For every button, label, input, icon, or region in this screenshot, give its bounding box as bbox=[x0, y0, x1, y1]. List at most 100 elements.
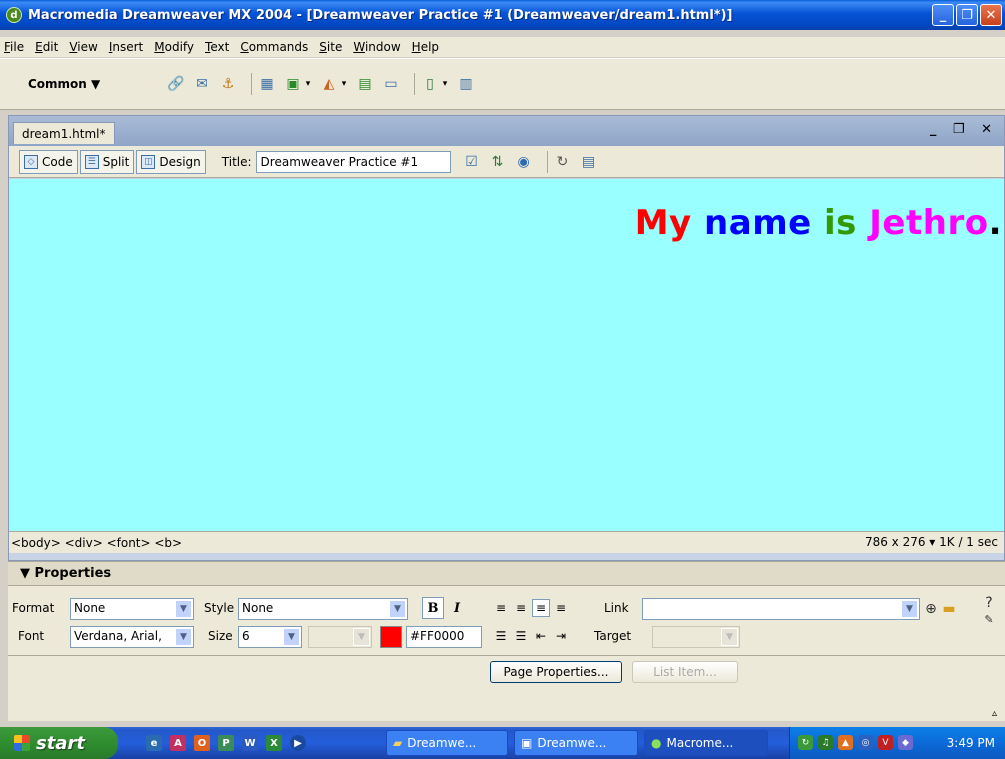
tag-chooser-icon[interactable]: ▥ bbox=[457, 75, 475, 93]
font-label: Font bbox=[18, 629, 45, 643]
split-view-button[interactable]: ☰ Split bbox=[79, 149, 135, 174]
menu-insert[interactable]: Insert bbox=[109, 40, 143, 54]
image-dropdown-icon[interactable]: ▾ bbox=[304, 75, 312, 93]
word-name: name bbox=[704, 203, 812, 243]
word-icon[interactable]: W bbox=[242, 735, 258, 751]
menu-site[interactable]: Site bbox=[319, 40, 342, 54]
point-to-file-icon[interactable]: ⊕ bbox=[922, 600, 940, 618]
insert-category-dropdown[interactable]: Common ▼ bbox=[28, 77, 123, 91]
quick-tag-editor-icon[interactable]: ✎ bbox=[980, 610, 998, 628]
document-icon: ▣ bbox=[521, 736, 533, 750]
view-options-icon[interactable]: ▤ bbox=[580, 153, 598, 171]
media-player-icon[interactable]: ▶ bbox=[290, 735, 306, 751]
dreamweaver-app-icon[interactable]: d bbox=[6, 7, 22, 23]
target-select: ▼ bbox=[652, 626, 740, 648]
page-properties-button[interactable]: Page Properties... bbox=[490, 661, 622, 683]
bold-button[interactable]: B bbox=[422, 597, 444, 619]
date-icon[interactable]: ▤ bbox=[356, 75, 374, 93]
italic-button[interactable]: I bbox=[446, 597, 468, 619]
minimize-button[interactable]: _ bbox=[932, 4, 954, 26]
menu-commands[interactable]: Commands bbox=[240, 40, 308, 54]
tag-selector[interactable]: <body> <div> <font> <b> bbox=[11, 536, 182, 550]
refresh-icon[interactable]: ↻ bbox=[554, 153, 572, 171]
close-button[interactable]: ✕ bbox=[980, 4, 1002, 26]
document-window-controls[interactable]: _ ❐ ✕ bbox=[930, 122, 998, 137]
tray-icon-2[interactable]: ♫ bbox=[818, 735, 833, 750]
file-management-icon[interactable]: ⇅ bbox=[489, 153, 507, 171]
size-select[interactable]: 6 ▼ bbox=[238, 626, 302, 648]
code-view-button[interactable]: ◇ Code bbox=[19, 149, 78, 174]
window-title: Macromedia Dreamweaver MX 2004 - [Dreamw… bbox=[28, 7, 733, 23]
chevron-down-icon: ▼ bbox=[389, 600, 406, 618]
page-title-input[interactable] bbox=[255, 150, 451, 173]
heading-text[interactable]: My name is Jethro. bbox=[635, 203, 1002, 243]
tray-icon-4[interactable]: ◎ bbox=[858, 735, 873, 750]
templates-dropdown-icon[interactable]: ▾ bbox=[441, 75, 449, 93]
minimize-icon: _ bbox=[939, 7, 947, 23]
preview-browser-icon[interactable]: ◉ bbox=[515, 153, 533, 171]
acrobat-icon[interactable]: A bbox=[170, 735, 186, 751]
design-view-button[interactable]: ◫ Design bbox=[136, 149, 206, 174]
align-left-icon[interactable]: ≡ bbox=[492, 599, 510, 617]
excel-icon[interactable]: X bbox=[266, 735, 282, 751]
media-icon[interactable]: ◭ bbox=[320, 75, 338, 93]
toolbar-separator bbox=[546, 150, 548, 173]
text-color-swatch[interactable] bbox=[380, 626, 402, 648]
link-input[interactable]: ▼ bbox=[642, 598, 920, 620]
folder-icon: ▰ bbox=[393, 736, 403, 750]
browse-folder-icon[interactable]: ▬ bbox=[940, 600, 958, 618]
design-canvas[interactable]: My name is Jethro. bbox=[9, 179, 1004, 531]
publisher-icon[interactable]: P bbox=[218, 735, 234, 751]
tray-icon-1[interactable]: ↻ bbox=[798, 735, 813, 750]
document-toolbar: ◇Code ☰Split ◫Design Title: ☑ ⇅ ◉ ↻ ▤ bbox=[9, 146, 1004, 178]
text-color-input[interactable]: #FF0000 bbox=[406, 626, 482, 648]
menu-window[interactable]: Window bbox=[353, 40, 400, 54]
image-icon[interactable]: ▣ bbox=[284, 75, 302, 93]
menu-file[interactable]: File bbox=[4, 40, 24, 54]
properties-header[interactable]: ▼ Properties bbox=[8, 562, 1005, 586]
menu-view[interactable]: View bbox=[69, 40, 97, 54]
tray-icon-6[interactable]: ◆ bbox=[898, 735, 913, 750]
tray-icon-5[interactable]: V bbox=[878, 735, 893, 750]
menu-help[interactable]: Help bbox=[412, 40, 439, 54]
ordered-list-icon[interactable]: ☰ bbox=[512, 627, 530, 645]
hyperlink-icon[interactable]: 🔗 bbox=[167, 75, 185, 93]
email-link-icon[interactable]: ✉ bbox=[193, 75, 211, 93]
font-select[interactable]: Verdana, Arial, ▼ bbox=[70, 626, 194, 648]
check-browser-icon[interactable]: ☑ bbox=[463, 153, 481, 171]
tray-icon-3[interactable]: ▲ bbox=[838, 735, 853, 750]
chevron-down-icon: ▼ bbox=[175, 628, 192, 646]
window-size-readout[interactable]: 786 x 276 ▾ 1K / 1 sec bbox=[865, 535, 998, 549]
align-right-icon[interactable]: ≡ bbox=[532, 599, 550, 617]
align-center-icon[interactable]: ≡ bbox=[512, 599, 530, 617]
taskbar-item-dreamweaver[interactable]: ● Macrome... bbox=[644, 730, 768, 756]
outlook-icon[interactable]: O bbox=[194, 735, 210, 751]
justify-icon[interactable]: ≡ bbox=[552, 599, 570, 617]
templates-icon[interactable]: ▯ bbox=[421, 75, 439, 93]
taskbar-item-word[interactable]: ▣ Dreamwe... bbox=[514, 730, 638, 756]
menu-modify[interactable]: Modify bbox=[154, 40, 194, 54]
named-anchor-icon[interactable]: ⚓ bbox=[219, 75, 237, 93]
format-select[interactable]: None ▼ bbox=[70, 598, 194, 620]
media-dropdown-icon[interactable]: ▾ bbox=[340, 75, 348, 93]
table-icon[interactable]: ▦ bbox=[258, 75, 276, 93]
ie-icon[interactable]: e bbox=[146, 735, 162, 751]
split-view-icon: ☰ bbox=[84, 154, 99, 169]
maximize-icon: ❐ bbox=[961, 7, 973, 23]
menu-text[interactable]: Text bbox=[205, 40, 229, 54]
indent-icon[interactable]: ⇥ bbox=[552, 627, 570, 645]
toolbar-separator bbox=[414, 73, 415, 95]
expand-panel-icon[interactable]: ▵ bbox=[992, 708, 997, 719]
maximize-button[interactable]: ❐ bbox=[956, 4, 978, 26]
outdent-icon[interactable]: ⇤ bbox=[532, 627, 550, 645]
comment-icon[interactable]: ▭ bbox=[382, 75, 400, 93]
taskbar-item-folder[interactable]: ▰ Dreamwe... bbox=[386, 730, 508, 756]
unordered-list-icon[interactable]: ☰ bbox=[492, 627, 510, 645]
document-tab[interactable]: dream1.html* bbox=[13, 122, 115, 144]
title-label: Title: bbox=[221, 154, 252, 169]
system-tray: ↻ ♫ ▲ ◎ V ◆ 3:49 PM bbox=[789, 727, 1005, 759]
windows-flag-icon bbox=[14, 735, 30, 751]
start-button[interactable]: start bbox=[0, 727, 118, 759]
menu-edit[interactable]: Edit bbox=[35, 40, 58, 54]
style-select[interactable]: None ▼ bbox=[238, 598, 408, 620]
